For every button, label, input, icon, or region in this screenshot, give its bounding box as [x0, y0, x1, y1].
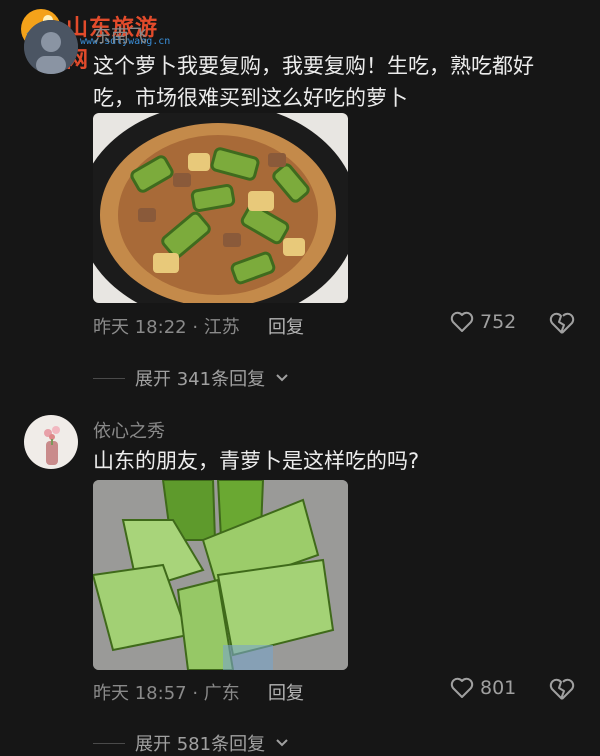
like-count: 752	[480, 311, 517, 333]
comment-text: 山东的朋友，青萝卜是这样吃的吗?	[93, 449, 420, 473]
expand-replies-button[interactable]: 展开 341条回复	[93, 365, 289, 391]
avatar[interactable]	[24, 20, 78, 74]
heart-outline-icon	[450, 677, 474, 698]
like-button[interactable]: 801	[450, 677, 516, 699]
heart-outline-icon	[450, 311, 474, 332]
reply-button[interactable]: 回复	[268, 679, 304, 705]
divider-line	[93, 742, 125, 744]
comment-text: 这个萝卜我要复购，我要复购！生吃，熟吃都好吃，市场很难买到这么好吃的萝卜	[93, 54, 534, 110]
like-count: 801	[480, 677, 517, 699]
reply-button[interactable]: 回复	[268, 313, 304, 339]
avatar[interactable]	[24, 415, 78, 469]
comment-time-location: 昨天 18:22 · 江苏	[93, 317, 240, 338]
chevron-down-icon	[276, 374, 288, 382]
comment-time-location: 昨天 18:57 · 广东	[93, 683, 240, 704]
comment-photo[interactable]	[93, 113, 348, 303]
expand-replies-label: 展开 581条回复	[135, 734, 266, 755]
chevron-down-icon	[276, 739, 288, 747]
expand-replies-label: 展开 341条回复	[135, 369, 266, 390]
comment-username[interactable]: 东南飞	[93, 22, 147, 48]
like-button[interactable]: 752	[450, 311, 516, 333]
comment-username[interactable]: 依心之秀	[93, 417, 165, 443]
broken-heart-icon[interactable]	[549, 678, 575, 702]
divider-line	[93, 377, 125, 379]
broken-heart-icon[interactable]	[549, 312, 575, 336]
expand-replies-button[interactable]: 展开 581条回复	[93, 730, 289, 756]
comment-photo[interactable]	[93, 480, 348, 670]
